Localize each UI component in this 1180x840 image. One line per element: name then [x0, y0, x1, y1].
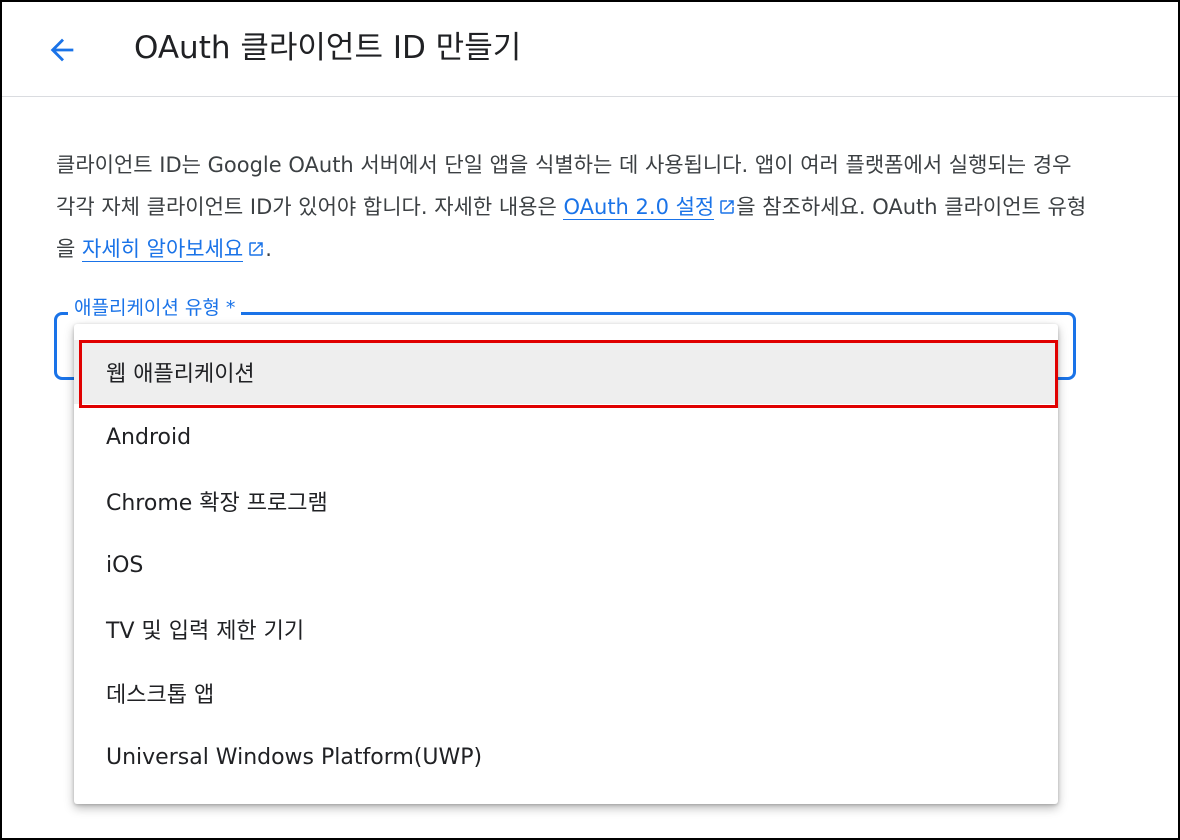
option-android[interactable]: Android: [74, 405, 1058, 469]
application-type-dropdown: 웹 애플리케이션 Android Chrome 확장 프로그램 iOS TV 및…: [74, 324, 1058, 804]
description-text: 클라이언트 ID는 Google OAuth 서버에서 단일 앱을 식별하는 데…: [56, 144, 1096, 270]
option-web-application[interactable]: 웹 애플리케이션: [74, 340, 1058, 404]
app-window: OAuth 클라이언트 ID 만들기 클라이언트 ID는 Google OAut…: [0, 0, 1180, 840]
application-type-label: 애플리케이션 유형 *: [68, 294, 242, 322]
open-in-new-icon[interactable]: [247, 240, 265, 258]
option-uwp[interactable]: Universal Windows Platform(UWP): [74, 725, 1058, 789]
oauth-settings-link[interactable]: OAuth 2.0 설정: [563, 195, 715, 220]
option-tv-limited-input[interactable]: TV 및 입력 제한 기기: [74, 597, 1058, 661]
option-chrome-extension[interactable]: Chrome 확장 프로그램: [74, 469, 1058, 533]
page-title: OAuth 클라이언트 ID 만들기: [134, 30, 522, 66]
back-button[interactable]: [38, 26, 86, 74]
learn-more-link[interactable]: 자세히 알아보세요: [82, 237, 244, 262]
arrow-back-icon: [50, 38, 74, 62]
open-in-new-icon[interactable]: [718, 198, 736, 216]
description-part-3: .: [265, 237, 272, 261]
option-desktop-app[interactable]: 데스크톱 앱: [74, 661, 1058, 725]
option-ios[interactable]: iOS: [74, 533, 1058, 597]
page-header: OAuth 클라이언트 ID 만들기: [2, 2, 1178, 97]
